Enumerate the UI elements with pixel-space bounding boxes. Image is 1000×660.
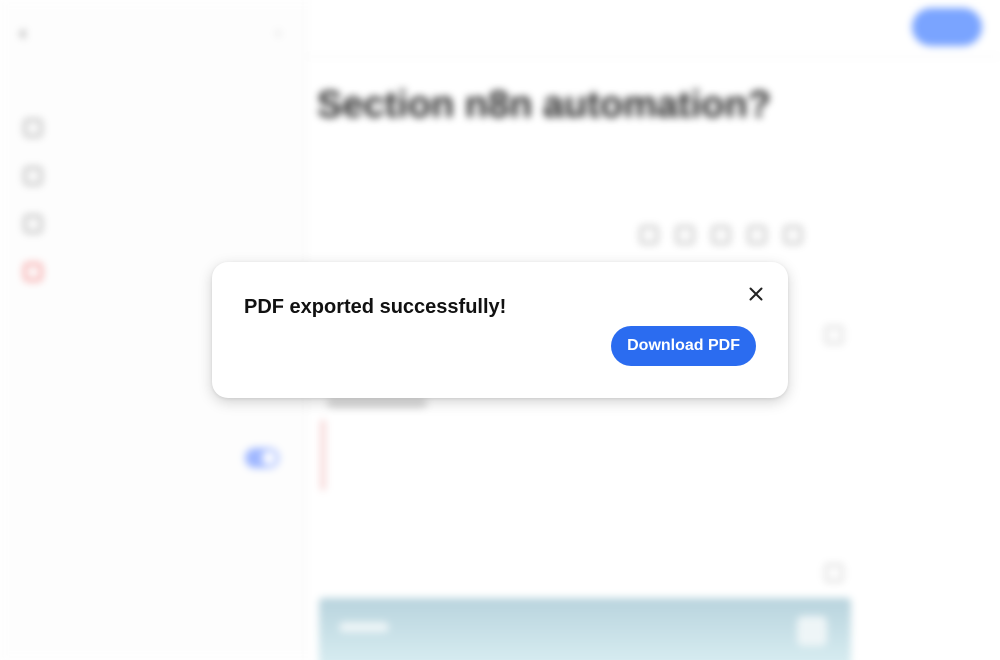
sidebar-item-export[interactable] [24,200,284,248]
setting-toggle[interactable] [245,448,279,468]
top-bar [305,0,1000,57]
close-icon [746,284,766,304]
export-success-toast: PDF exported successfully! Download PDF [212,262,788,398]
preview-label [339,622,389,632]
sidebar-header: ‹ ‹ [20,18,300,48]
app-window: ‹ ‹ Section n8n automation? PDF exported… [0,0,1000,660]
copy-icon [24,119,42,137]
back-icon[interactable]: ‹ [20,24,36,42]
collapse-icon[interactable]: ‹ [276,24,292,40]
image-preview [319,598,851,660]
export-button[interactable] [912,8,982,46]
more-icon[interactable] [784,226,802,244]
share-icon [24,167,42,185]
page-title: Section n8n automation? [317,84,771,126]
italic-icon[interactable] [676,226,694,244]
text-placeholder [327,398,427,408]
quote-bar [321,420,325,490]
underline-icon[interactable] [712,226,730,244]
sidebar-item-share[interactable] [24,152,284,200]
close-button[interactable] [746,284,766,304]
toast-message: PDF exported successfully! [244,296,507,318]
download-pdf-button[interactable]: Download PDF [611,326,756,366]
export-icon [24,215,42,233]
sidebar-item-copy[interactable] [24,104,284,152]
bold-icon[interactable] [640,226,658,244]
block-handle-icon[interactable] [825,564,843,582]
link-icon[interactable] [748,226,766,244]
trash-icon [24,263,42,281]
image-icon [797,616,827,646]
block-handle-icon[interactable] [825,326,843,344]
format-toolbar [640,226,802,244]
